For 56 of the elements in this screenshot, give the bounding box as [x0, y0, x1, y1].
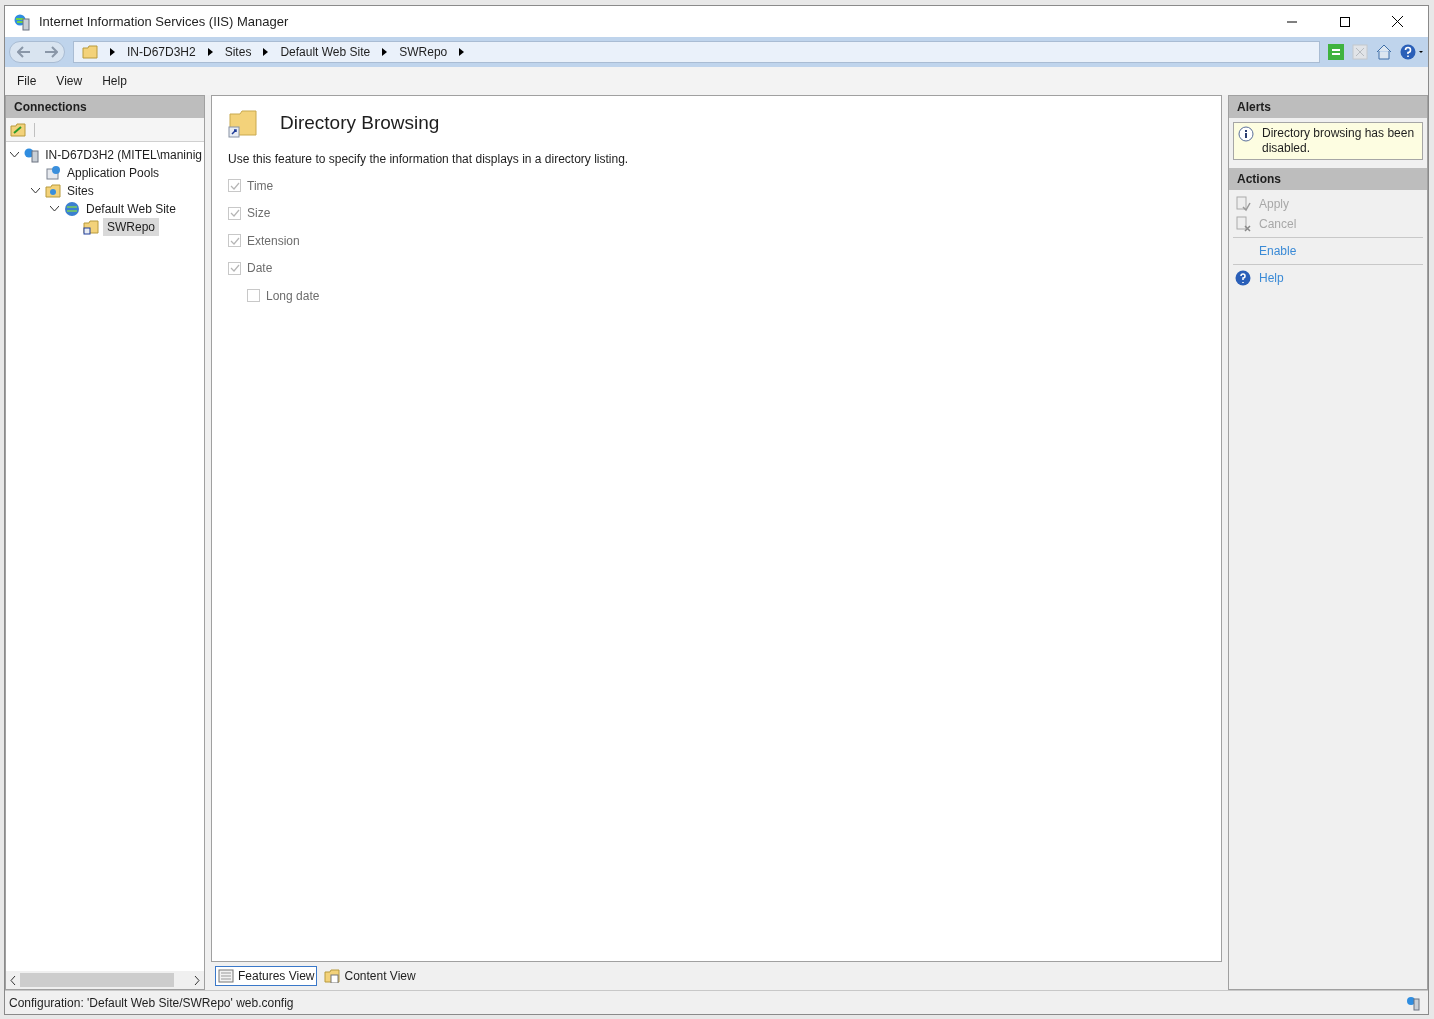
description-text: Use this feature to specify the information that displays in a directory listing. — [228, 151, 630, 168]
connect-icon[interactable] — [10, 121, 26, 138]
folder-document-icon — [324, 969, 341, 983]
alert-message: Directory browsing has been disabled. — [1262, 126, 1416, 156]
crumb-arrow-icon[interactable] — [382, 48, 388, 56]
crumb-arrow-icon[interactable] — [207, 48, 213, 56]
globe-icon — [64, 201, 80, 217]
address-bar[interactable]: IN-D67D3H2 Sites Default Web Site SWRepo — [73, 41, 1320, 63]
tree-item[interactable]: SWRepo — [103, 218, 160, 236]
help-icon — [1235, 270, 1251, 286]
tree-item[interactable]: Default Web Site — [84, 200, 178, 218]
crumb-arrow-icon[interactable] — [263, 48, 269, 56]
crumb-arrow-icon[interactable] — [459, 48, 465, 56]
tree-item[interactable]: Sites — [65, 182, 96, 200]
cancel-icon — [1235, 216, 1251, 232]
scroll-left-icon[interactable] — [10, 975, 16, 985]
status-text: Configuration: 'Default Web Site/SWRepo' web.config — [9, 994, 294, 1012]
navigation-buttons[interactable] — [9, 41, 65, 63]
breadcrumb-link[interactable]: IN-D67D3H2 — [127, 43, 196, 61]
close-icon — [1392, 16, 1403, 27]
breadcrumb-link[interactable]: SWRepo — [399, 43, 448, 61]
checkbox-label: Long date — [266, 287, 320, 305]
view-tab[interactable]: Features View — [215, 966, 318, 986]
folder-icon — [83, 219, 99, 235]
server-icon — [23, 147, 40, 163]
help-icon[interactable] — [1400, 44, 1424, 60]
checkbox-label: Date — [247, 260, 273, 278]
checkbox-label: Extension — [247, 232, 300, 250]
checkbox-label: Size — [247, 205, 271, 223]
panel-header: Actions — [1229, 168, 1427, 190]
view-tab[interactable]: Content View — [321, 966, 419, 986]
scroll-right-icon[interactable] — [194, 975, 200, 985]
breadcrumb-link[interactable]: Sites — [224, 43, 252, 61]
crumb-arrow-icon[interactable] — [110, 48, 115, 56]
server-globe-icon — [13, 12, 31, 31]
list-icon — [218, 969, 234, 983]
scrollbar-thumb[interactable] — [20, 973, 174, 987]
info-icon — [1238, 126, 1254, 142]
maximize-icon — [1339, 16, 1350, 27]
folder-icon — [228, 108, 260, 138]
menu-item[interactable]: File — [17, 72, 37, 90]
tree-item[interactable]: Application Pools — [65, 164, 162, 182]
tree-item[interactable]: IN-D67D3H2 (MITEL\maninig — [43, 146, 204, 164]
sites-folder-icon — [45, 183, 61, 199]
page-title: Directory Browsing — [280, 110, 440, 135]
checkbox-label: Time — [247, 177, 274, 195]
window-title: Internet Information Services (IIS) Manager — [39, 12, 289, 31]
apply-icon — [1235, 196, 1251, 212]
application-pools-icon — [45, 165, 61, 181]
menu-item[interactable]: Help — [102, 72, 127, 90]
breadcrumb-link[interactable]: Default Web Site — [280, 43, 371, 61]
panel-header: Alerts — [1229, 96, 1427, 118]
panel-header: Connections — [6, 96, 204, 118]
folder-icon — [82, 45, 98, 59]
menu-item[interactable]: View — [56, 72, 83, 90]
home-icon[interactable] — [1376, 44, 1392, 60]
